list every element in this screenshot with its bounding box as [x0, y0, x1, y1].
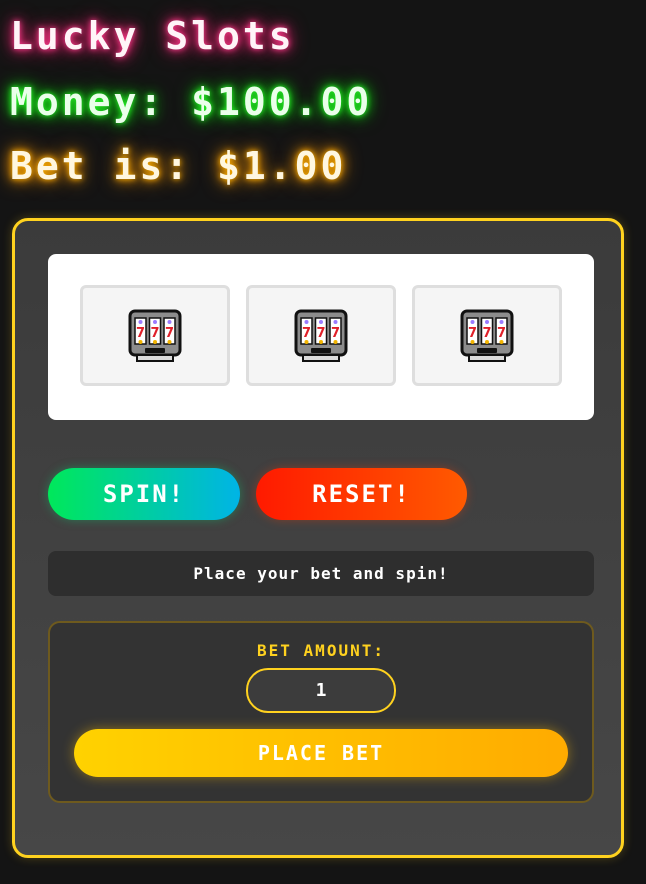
reel-1: 7 7 7 — [80, 285, 230, 386]
svg-text:7: 7 — [150, 326, 159, 341]
game-title: Lucky Slots — [10, 14, 295, 58]
svg-text:7: 7 — [136, 326, 145, 341]
bet-amount-input[interactable] — [246, 668, 396, 713]
reel-2: 7 7 7 — [246, 285, 396, 386]
reels-window: 7 7 7 7 7 7 7 7 7 — [48, 254, 594, 420]
bet-panel: BET AMOUNT: PLACE BET — [48, 621, 594, 803]
spin-button[interactable]: SPIN! — [48, 468, 240, 520]
slot-machine-icon: 7 7 7 — [294, 309, 348, 362]
slot-machine-icon: 7 7 7 — [128, 309, 182, 362]
svg-text:7: 7 — [482, 326, 491, 341]
status-message: Place your bet and spin! — [48, 551, 594, 596]
svg-text:7: 7 — [302, 326, 311, 341]
reel-3: 7 7 7 — [412, 285, 562, 386]
svg-text:7: 7 — [165, 326, 174, 341]
svg-text:7: 7 — [468, 326, 477, 341]
svg-text:7: 7 — [331, 326, 340, 341]
svg-text:7: 7 — [316, 326, 325, 341]
place-bet-button[interactable]: PLACE BET — [74, 729, 568, 777]
slot-machine-icon: 7 7 7 — [460, 309, 514, 362]
svg-text:7: 7 — [497, 326, 506, 341]
bet-display: Bet is: $1.00 — [10, 144, 347, 188]
slot-machine-panel: 7 7 7 7 7 7 7 7 7 SPIN! RESET! Place you… — [12, 218, 624, 858]
money-display: Money: $100.00 — [10, 80, 373, 124]
bet-amount-label: BET AMOUNT: — [257, 641, 385, 660]
reset-button[interactable]: RESET! — [256, 468, 467, 520]
